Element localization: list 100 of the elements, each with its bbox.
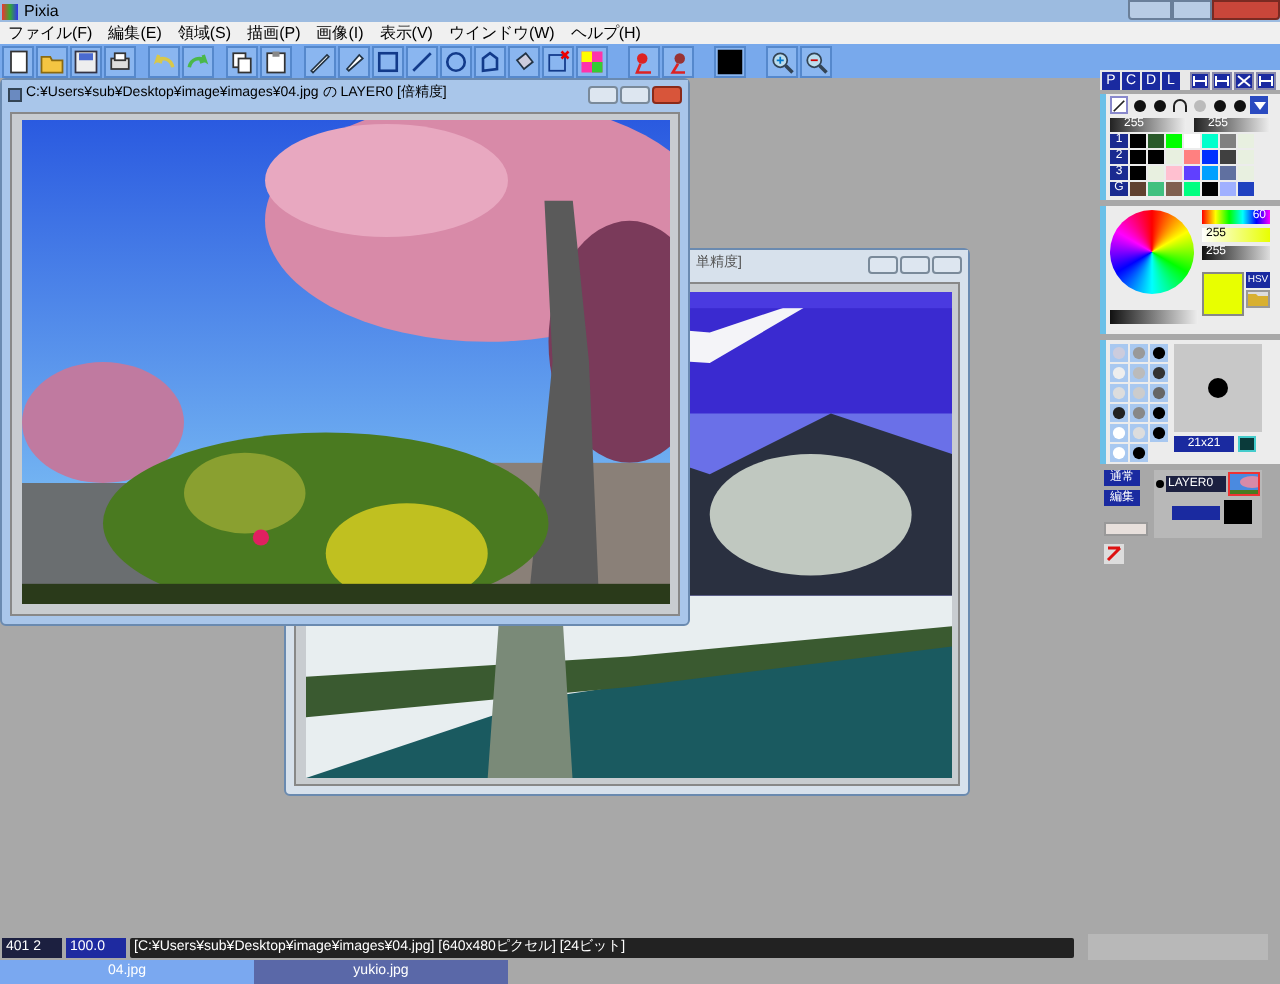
color-swatch[interactable] (1130, 166, 1146, 180)
color-swatch[interactable] (1130, 134, 1146, 148)
brush-tip-button[interactable] (1150, 344, 1168, 362)
folder-icon (1248, 292, 1268, 306)
app-icon (2, 3, 18, 19)
color-swatch[interactable] (1202, 166, 1218, 180)
color-swatch[interactable] (1202, 134, 1218, 148)
brush-tip-button[interactable] (1150, 364, 1168, 382)
brush-tip-button[interactable] (1110, 404, 1128, 422)
brush-tip-button[interactable] (1150, 404, 1168, 422)
minimize-button[interactable] (1128, 0, 1172, 20)
maximize-button[interactable] (900, 255, 930, 273)
color-swatch[interactable] (1166, 150, 1182, 164)
blob-icon (1151, 97, 1167, 113)
tool-button[interactable] (1250, 96, 1268, 114)
toolbar-button[interactable] (104, 45, 136, 77)
color-swatch[interactable] (1130, 182, 1146, 196)
color-swatch[interactable] (1148, 150, 1164, 164)
menu-item[interactable]: 領域(S) (177, 23, 232, 43)
window-title: Pixia (24, 2, 59, 20)
line-icon (408, 47, 436, 75)
color-swatch[interactable] (1166, 166, 1182, 180)
toolbar-button[interactable] (766, 45, 798, 77)
copy-icon (228, 47, 256, 75)
rectangle-icon (374, 47, 402, 75)
tool-button[interactable] (1170, 96, 1188, 114)
layer-property-field (1172, 505, 1220, 519)
color-swatch[interactable] (1166, 182, 1182, 196)
color-swatch[interactable] (1130, 150, 1146, 164)
zoom-out-icon (802, 47, 830, 75)
color-wheel[interactable] (1110, 210, 1194, 294)
printer-icon (106, 47, 134, 75)
toolbar-button[interactable] (508, 45, 540, 77)
toolbar-button[interactable] (226, 45, 258, 77)
dropdown-icon (1251, 97, 1267, 113)
gradient-bar (1110, 310, 1198, 324)
toolbar-button[interactable] (2, 45, 34, 77)
arc-icon (1171, 97, 1187, 113)
color-swatch[interactable] (1202, 182, 1218, 196)
color-swatch[interactable] (1220, 134, 1236, 148)
new-file-icon (4, 47, 32, 75)
minimize-button[interactable] (588, 85, 618, 103)
brush-tip-button[interactable] (1150, 424, 1168, 442)
minimize-button[interactable] (868, 255, 898, 273)
color-swatch[interactable] (1238, 134, 1254, 148)
toolbar-button[interactable] (260, 45, 292, 77)
color-swatch[interactable] (1184, 166, 1200, 180)
menu-item[interactable]: 編集(E) (108, 23, 162, 43)
close-icon (1236, 73, 1252, 87)
menu-item[interactable]: 表示(V) (379, 23, 433, 43)
brush-tip-button[interactable] (1130, 444, 1148, 462)
color-swatch[interactable] (1148, 182, 1164, 196)
circle-icon (442, 47, 470, 75)
toolbar-button[interactable] (70, 45, 102, 77)
tool-button[interactable] (1130, 96, 1148, 114)
close-button[interactable] (652, 85, 682, 103)
window-icon (8, 87, 22, 101)
soft-dot-icon (1191, 97, 1207, 113)
color-swatch[interactable] (1202, 150, 1218, 164)
color-swatch[interactable] (1184, 134, 1200, 148)
color-swatch[interactable] (1184, 150, 1200, 164)
menu-item[interactable]: ヘルプ(H) (570, 23, 641, 43)
transparency-icon (578, 47, 606, 75)
toolbar-button[interactable] (304, 45, 336, 77)
zoom-in-icon (768, 47, 796, 75)
color-swatch[interactable] (1220, 182, 1236, 196)
color-swatch[interactable] (1238, 150, 1254, 164)
color-swatch[interactable] (1148, 166, 1164, 180)
close-button[interactable] (932, 255, 962, 273)
panel-button[interactable] (1234, 71, 1254, 89)
menu-item[interactable]: 描画(P) (247, 23, 301, 43)
brush-dot-icon (1206, 376, 1230, 400)
blank-field (1104, 522, 1148, 536)
menu-item[interactable]: 画像(I) (316, 23, 364, 43)
maximize-button[interactable] (620, 85, 650, 103)
save-icon (72, 47, 100, 75)
toolbar-button[interactable] (714, 45, 746, 77)
menu-item[interactable]: ウインドウ(W) (448, 23, 555, 43)
paste-icon (262, 47, 290, 75)
menu-item[interactable]: ファイル(F) (8, 23, 93, 43)
color-swatch[interactable] (1220, 150, 1236, 164)
color-swatch[interactable] (1220, 166, 1236, 180)
color-swatch[interactable] (1166, 134, 1182, 148)
folder-button[interactable] (1246, 290, 1270, 308)
pen-tool-icon (1112, 97, 1126, 113)
tool-button[interactable] (1110, 96, 1128, 114)
toolbar-button[interactable] (800, 45, 832, 77)
lasso-icon (476, 47, 504, 75)
layer-color-swatch (1224, 500, 1252, 524)
tool-button[interactable] (1150, 96, 1168, 114)
color-swatch[interactable] (1238, 166, 1254, 180)
deselect-icon (544, 47, 572, 75)
toolbar-button[interactable] (338, 45, 370, 77)
grid-button[interactable] (1238, 436, 1256, 452)
color-swatch[interactable] (1184, 182, 1200, 196)
maximize-button[interactable] (1172, 0, 1212, 20)
color-swatch (716, 47, 744, 75)
color-swatch[interactable] (1238, 182, 1254, 196)
color-swatch[interactable] (1148, 134, 1164, 148)
close-button[interactable] (1212, 0, 1280, 20)
